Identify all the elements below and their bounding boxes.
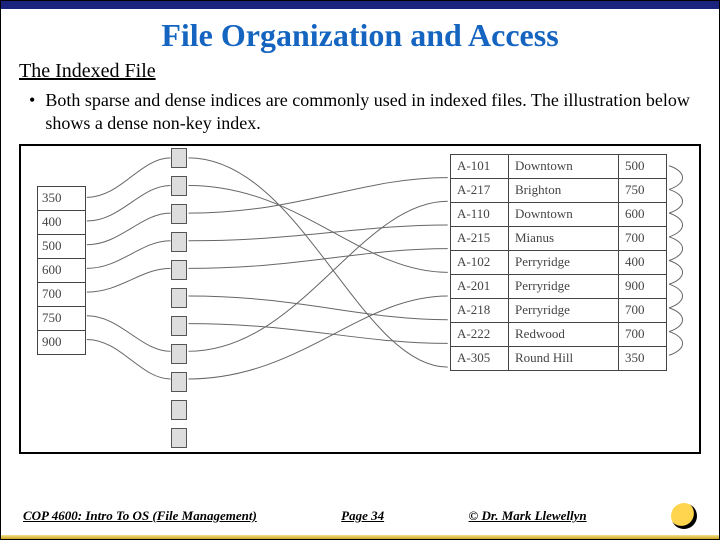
table-row: 750: [38, 306, 86, 330]
bullet-dot: •: [29, 89, 35, 136]
bal-cell: 700: [619, 322, 667, 346]
bal-cell: 400: [619, 250, 667, 274]
bottom-accent-bar: [1, 535, 719, 539]
acct-cell: A-305: [451, 346, 509, 370]
section-subtitle: The Indexed File: [1, 60, 719, 89]
acct-cell: A-201: [451, 274, 509, 298]
acct-cell: A-222: [451, 322, 509, 346]
index-cell: 600: [38, 258, 86, 282]
table-row: 600: [38, 258, 86, 282]
table-row: A-101Downtown500: [451, 154, 667, 178]
acct-cell: A-218: [451, 298, 509, 322]
bucket-box: [171, 400, 187, 420]
bal-cell: 500: [619, 154, 667, 178]
branch-cell: Perryridge: [509, 250, 619, 274]
table-row: A-217Brighton750: [451, 178, 667, 202]
slide: File Organization and Access The Indexed…: [0, 0, 720, 540]
bucket-box: [171, 260, 187, 280]
table-row: 700: [38, 282, 86, 306]
bal-cell: 700: [619, 298, 667, 322]
bucket-box: [171, 428, 187, 448]
table-row: 500: [38, 234, 86, 258]
ucf-logo-icon: [671, 503, 697, 529]
branch-cell: Perryridge: [509, 298, 619, 322]
table-row: A-110Downtown600: [451, 202, 667, 226]
table-row: A-201Perryridge900: [451, 274, 667, 298]
bullet-item: • Both sparse and dense indices are comm…: [29, 89, 691, 136]
bullet-text: Both sparse and dense indices are common…: [45, 89, 691, 136]
acct-cell: A-102: [451, 250, 509, 274]
footer-course: COP 4600: Intro To OS (File Management): [23, 508, 257, 523]
footer-page: Page 34: [341, 508, 384, 523]
acct-cell: A-110: [451, 202, 509, 226]
branch-cell: Perryridge: [509, 274, 619, 298]
bucket-box: [171, 204, 187, 224]
table-row: A-215Mianus700: [451, 226, 667, 250]
acct-cell: A-101: [451, 154, 509, 178]
table-row: A-305Round Hill350: [451, 346, 667, 370]
index-cell: 700: [38, 282, 86, 306]
bucket-box: [171, 372, 187, 392]
bucket-box: [171, 232, 187, 252]
acct-cell: A-217: [451, 178, 509, 202]
index-cell: 750: [38, 306, 86, 330]
index-cell: 500: [38, 234, 86, 258]
acct-cell: A-215: [451, 226, 509, 250]
table-row: 900: [38, 330, 86, 354]
branch-cell: Brighton: [509, 178, 619, 202]
index-cell: 350: [38, 186, 86, 210]
bucket-box: [171, 148, 187, 168]
table-row: 400: [38, 210, 86, 234]
index-cell: 400: [38, 210, 86, 234]
records-table: A-101Downtown500 A-217Brighton750 A-110D…: [450, 154, 667, 371]
branch-cell: Round Hill: [509, 346, 619, 370]
table-row: 350: [38, 186, 86, 210]
bal-cell: 750: [619, 178, 667, 202]
bucket-box: [171, 176, 187, 196]
bal-cell: 700: [619, 226, 667, 250]
index-diagram: 350 400 500 600 700 750 900 A-101Downtow…: [19, 144, 701, 454]
bal-cell: 900: [619, 274, 667, 298]
table-row: A-222Redwood700: [451, 322, 667, 346]
table-row: A-102Perryridge400: [451, 250, 667, 274]
index-cell: 900: [38, 330, 86, 354]
bal-cell: 350: [619, 346, 667, 370]
page-title: File Organization and Access: [1, 9, 719, 60]
footer: COP 4600: Intro To OS (File Management) …: [1, 503, 719, 529]
bullet-list: • Both sparse and dense indices are comm…: [1, 89, 719, 144]
bal-cell: 600: [619, 202, 667, 226]
branch-cell: Redwood: [509, 322, 619, 346]
bucket-box: [171, 344, 187, 364]
table-row: A-218Perryridge700: [451, 298, 667, 322]
footer-author: © Dr. Mark Llewellyn: [469, 508, 587, 523]
bucket-box: [171, 288, 187, 308]
branch-cell: Mianus: [509, 226, 619, 250]
bucket-box: [171, 316, 187, 336]
index-table: 350 400 500 600 700 750 900: [37, 186, 86, 355]
top-accent-bar: [1, 1, 719, 9]
branch-cell: Downtown: [509, 202, 619, 226]
branch-cell: Downtown: [509, 154, 619, 178]
